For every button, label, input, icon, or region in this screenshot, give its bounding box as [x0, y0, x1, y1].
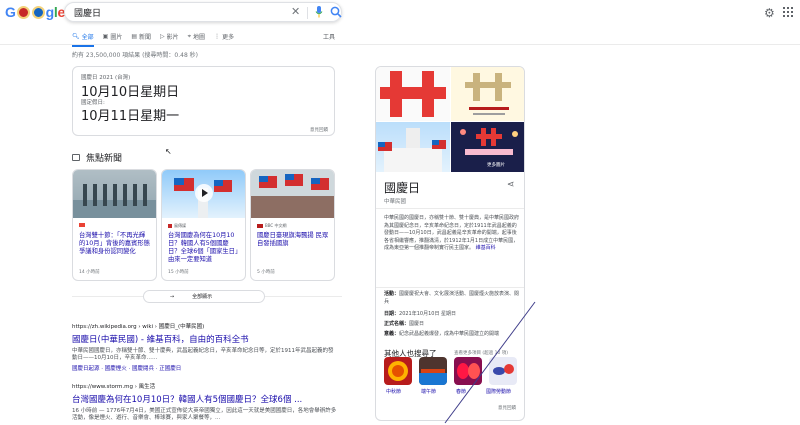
tab-label: 更多 — [222, 34, 235, 41]
search-input[interactable]: 國慶日 — [74, 6, 101, 19]
map-pin-icon: ⌖ — [187, 32, 192, 40]
date-label: 國慶日 2021 (台灣) — [81, 75, 131, 81]
share-icon[interactable]: ⋖ — [507, 180, 515, 190]
news-source: BBC 中文網 — [257, 223, 286, 229]
google-doodle-logo[interactable]: G g l e — [5, 4, 65, 20]
flags-street-image — [251, 174, 334, 218]
result-url[interactable]: https://zh.wikipedia.org › wiki › 國慶日_(中… — [72, 322, 337, 330]
mouse-cursor-icon: ↖ — [165, 147, 172, 156]
gold-double-ten-icon — [465, 73, 511, 115]
news-source — [79, 223, 87, 227]
thumb-label[interactable]: 中秋節 — [386, 388, 401, 395]
news-time: 5 小時前 — [257, 270, 275, 275]
search-icon: 🔍︎ — [72, 33, 80, 40]
building-flags-icon — [378, 128, 446, 172]
more-icon: ⋮ — [214, 33, 221, 40]
kp-image-gold-logo[interactable] — [451, 67, 524, 121]
thumb-label[interactable]: 端午節 — [421, 388, 436, 395]
annotation-stroke — [444, 301, 536, 424]
kp-title: 國慶日 — [384, 181, 421, 195]
red-double-ten-icon — [380, 71, 446, 117]
news-image — [162, 170, 245, 218]
soldiers-image — [73, 184, 156, 218]
feedback-link[interactable]: 意見回饋 — [310, 127, 328, 133]
news-icon — [72, 154, 80, 161]
news-icon: ▤ — [131, 33, 137, 40]
tab-label: 全部 — [81, 34, 94, 41]
bbc-logo — [79, 223, 85, 227]
settings-gear-icon[interactable]: ⚙ — [764, 6, 775, 20]
kp-subtitle: 中華民國 — [384, 199, 407, 205]
result-title[interactable]: 台灣國慶為何在10月10日？韓國人有5個國慶日？全球6個 ... — [72, 393, 337, 405]
apps-grid-icon[interactable] — [783, 7, 793, 17]
tools-button[interactable]: 工具 — [323, 32, 335, 41]
kp-image-fireworks[interactable]: 更多圖片 — [451, 122, 524, 172]
news-image — [73, 170, 156, 218]
search-box[interactable]: 國慶日 ✕ — [64, 2, 342, 22]
news-card[interactable]: 風傳媒 台灣國慶為何在10月10日？韓國人有5個國慶日？全球6個「國家生日」由來… — [161, 169, 246, 281]
news-time: 14 小時前 — [79, 270, 100, 275]
bbc-chinese-logo — [257, 224, 263, 228]
news-time: 15 小時前 — [168, 270, 189, 275]
news-card[interactable]: 台灣雙十節：「不再光輝的10月」背後的嘉賓形態爭議和身份認同變化 14 小時前 — [72, 169, 157, 281]
kp-description-text: 中華民國的國慶日，亦稱雙十節、雙十慶典，是中華民國政府為其國慶紀念日，辛亥革命紀… — [384, 215, 520, 251]
mooncake-icon — [388, 361, 408, 381]
search-result: https://zh.wikipedia.org › wiki › 國慶日_(中… — [72, 322, 337, 372]
doodle-medallion-icon — [16, 5, 30, 19]
logo-letter: G — [5, 4, 16, 20]
search-icon[interactable] — [330, 6, 342, 18]
microphone-icon[interactable] — [315, 6, 323, 18]
result-sitelinks[interactable]: 國慶日起源 · 國慶煙火 · 國慶閱兵 · 正國慶日 — [72, 364, 337, 372]
date-answer-card: 國慶日 2021 (台灣) 10月10日星期日 國定假日: 10月11日星期一 — [72, 66, 335, 136]
tab-label: 圖片 — [110, 34, 123, 41]
result-stats: 約有 23,500,000 項結果 (搜尋時間：0.48 秒) — [72, 52, 199, 59]
news-title[interactable]: 國慶日臺現旗海飄揚 民眾自發插國旗 — [257, 232, 329, 248]
result-url[interactable]: https://www.storm.mg › 風生活 — [72, 382, 337, 390]
kp-divider — [376, 208, 524, 209]
news-title[interactable]: 台灣雙十節：「不再光輝的10月」背後的嘉賓形態爭議和身份認同變化 — [79, 232, 151, 256]
tab-label: 地圖 — [193, 34, 206, 41]
news-card[interactable]: BBC 中文網 國慶日臺現旗海飄揚 民眾自發插國旗 5 小時前 — [250, 169, 335, 281]
search-result: https://www.storm.mg › 風生活 台灣國慶為何在10月10日… — [72, 382, 337, 423]
tab-label: 影片 — [166, 34, 179, 41]
play-icon[interactable] — [195, 184, 213, 202]
kp-image-red-cross[interactable] — [376, 67, 450, 121]
kp-image-presidential-office[interactable] — [376, 122, 450, 172]
result-snippet: 16 小時前 — 1776年7月4日，美國正式宣佈從大英帝國獨立，因此這一天就是… — [72, 408, 337, 422]
kp-divider — [376, 287, 524, 288]
result-snippet: 中華民國國慶日，亦稱雙十節、雙十慶典，武昌起義紀念日，辛亥革命紀念日等，定於19… — [72, 348, 334, 362]
video-icon: ▷ — [160, 33, 165, 40]
storm-logo — [168, 224, 172, 228]
top-news-heading: 焦點新聞 — [72, 151, 122, 164]
search-divider — [307, 7, 308, 19]
thumb-mid-autumn[interactable] — [384, 357, 412, 385]
show-all-button[interactable]: → 全部顯示 — [143, 290, 265, 303]
news-image — [251, 170, 334, 218]
news-title[interactable]: 台灣國慶為何在10月10日？韓國人有5個國慶日？全球6個「國家生日」由來一定要知… — [168, 232, 240, 264]
logo-letter: g — [45, 4, 55, 20]
result-title[interactable]: 國慶日(中華民國) - 維基百科，自由的百科全书 — [72, 333, 337, 345]
image-icon: ▣ — [102, 33, 109, 40]
more-images-link[interactable]: 更多圖片 — [487, 162, 505, 168]
tab-label: 新聞 — [139, 34, 152, 41]
doodle-medallion-icon — [31, 5, 45, 19]
holiday-date: 10月11日星期一 — [81, 109, 180, 124]
kp-description: 中華民國的國慶日，亦稱雙十節、雙十慶典，是中華民國政府為其國慶紀念日，辛亥革命紀… — [384, 215, 521, 253]
top-news-title: 焦點新聞 — [86, 154, 123, 164]
clear-icon[interactable]: ✕ — [291, 5, 300, 18]
header-divider — [0, 44, 800, 45]
show-all-label: 全部顯示 — [192, 294, 213, 300]
news-source: 風傳媒 — [168, 223, 186, 229]
arrow-right-icon: → — [169, 293, 175, 300]
wikipedia-link[interactable]: 維基百科 — [476, 245, 496, 251]
